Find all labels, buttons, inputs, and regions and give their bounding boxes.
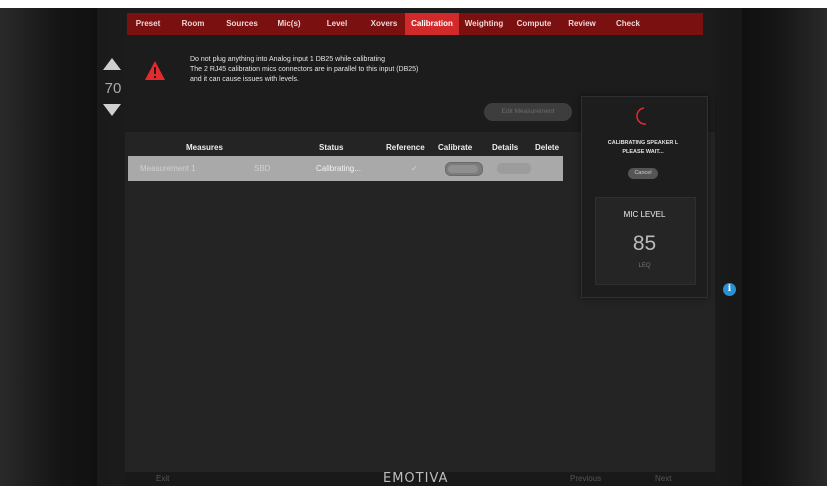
tab-review[interactable]: Review bbox=[559, 13, 605, 35]
volume-up-icon[interactable] bbox=[103, 58, 121, 70]
left-bezel bbox=[0, 8, 97, 486]
reference-check-icon[interactable]: ✓ bbox=[411, 156, 418, 181]
mic-level-value: 85 bbox=[632, 232, 657, 255]
toggle-knob bbox=[448, 165, 478, 173]
exit-button[interactable]: Exit bbox=[156, 474, 169, 483]
mic-level-label: MIC LEVEL bbox=[623, 210, 666, 219]
details-button[interactable] bbox=[497, 163, 531, 174]
tab-mics[interactable]: Mic(s) bbox=[267, 13, 311, 35]
emotiva-logo: EMOTIVA bbox=[383, 471, 449, 486]
calibration-status-line-2: PLEASE WAIT... bbox=[622, 149, 664, 155]
mic-level-unit: LEQ bbox=[638, 263, 651, 269]
calibration-status-line-1: CALIBRATING SPEAKER L bbox=[607, 140, 679, 146]
tab-sources[interactable]: Sources bbox=[217, 13, 267, 35]
tab-level[interactable]: Level bbox=[311, 13, 363, 35]
tab-xovers[interactable]: Xovers bbox=[363, 13, 405, 35]
measure-name: Measurement 1 bbox=[140, 164, 196, 173]
info-icon[interactable]: i bbox=[723, 283, 736, 296]
volume-down-icon[interactable] bbox=[103, 104, 121, 116]
next-button[interactable]: Next bbox=[655, 474, 671, 483]
tab-weighting[interactable]: Weighting bbox=[459, 13, 509, 35]
calibrate-toggle[interactable] bbox=[445, 162, 483, 176]
right-bezel bbox=[742, 8, 827, 486]
spinner-icon bbox=[636, 107, 647, 125]
tab-room[interactable]: Room bbox=[169, 13, 217, 35]
tab-compute[interactable]: Compute bbox=[509, 13, 559, 35]
volume-value: 70 bbox=[104, 80, 122, 97]
warning-line-2: The 2 RJ45 calibration mics connectors a… bbox=[190, 66, 419, 73]
warning-line-1: Do not plug anything into Analog input 1… bbox=[190, 56, 385, 63]
measure-code: SBD bbox=[254, 164, 271, 173]
measure-status: Calibrating... bbox=[316, 164, 361, 173]
warning-icon bbox=[145, 61, 165, 80]
warning-line-3: and it can cause issues with levels. bbox=[190, 76, 299, 83]
col-header-details: Details bbox=[492, 143, 519, 152]
warning-message: Do not plug anything into Analog input 1… bbox=[190, 55, 550, 85]
cancel-button[interactable]: Cancel bbox=[628, 168, 658, 179]
col-header-calibrate: Calibrate bbox=[438, 143, 473, 152]
calibration-status: CALIBRATING SPEAKER L PLEASE WAIT... bbox=[584, 139, 702, 157]
col-header-status: Status bbox=[319, 143, 344, 152]
wizard-nav: Preset Room Sources Mic(s) Level Xovers … bbox=[127, 13, 703, 35]
tab-calibration[interactable]: Calibration bbox=[405, 13, 459, 35]
col-header-delete: Delete bbox=[535, 143, 560, 152]
tab-check[interactable]: Check bbox=[605, 13, 651, 35]
previous-button[interactable]: Previous bbox=[570, 474, 601, 483]
col-header-reference: Reference bbox=[386, 143, 425, 152]
col-header-measures: Measures bbox=[186, 143, 223, 152]
tab-preset[interactable]: Preset bbox=[127, 13, 169, 35]
edit-measurement-button[interactable]: Edit Measurement bbox=[484, 103, 572, 121]
